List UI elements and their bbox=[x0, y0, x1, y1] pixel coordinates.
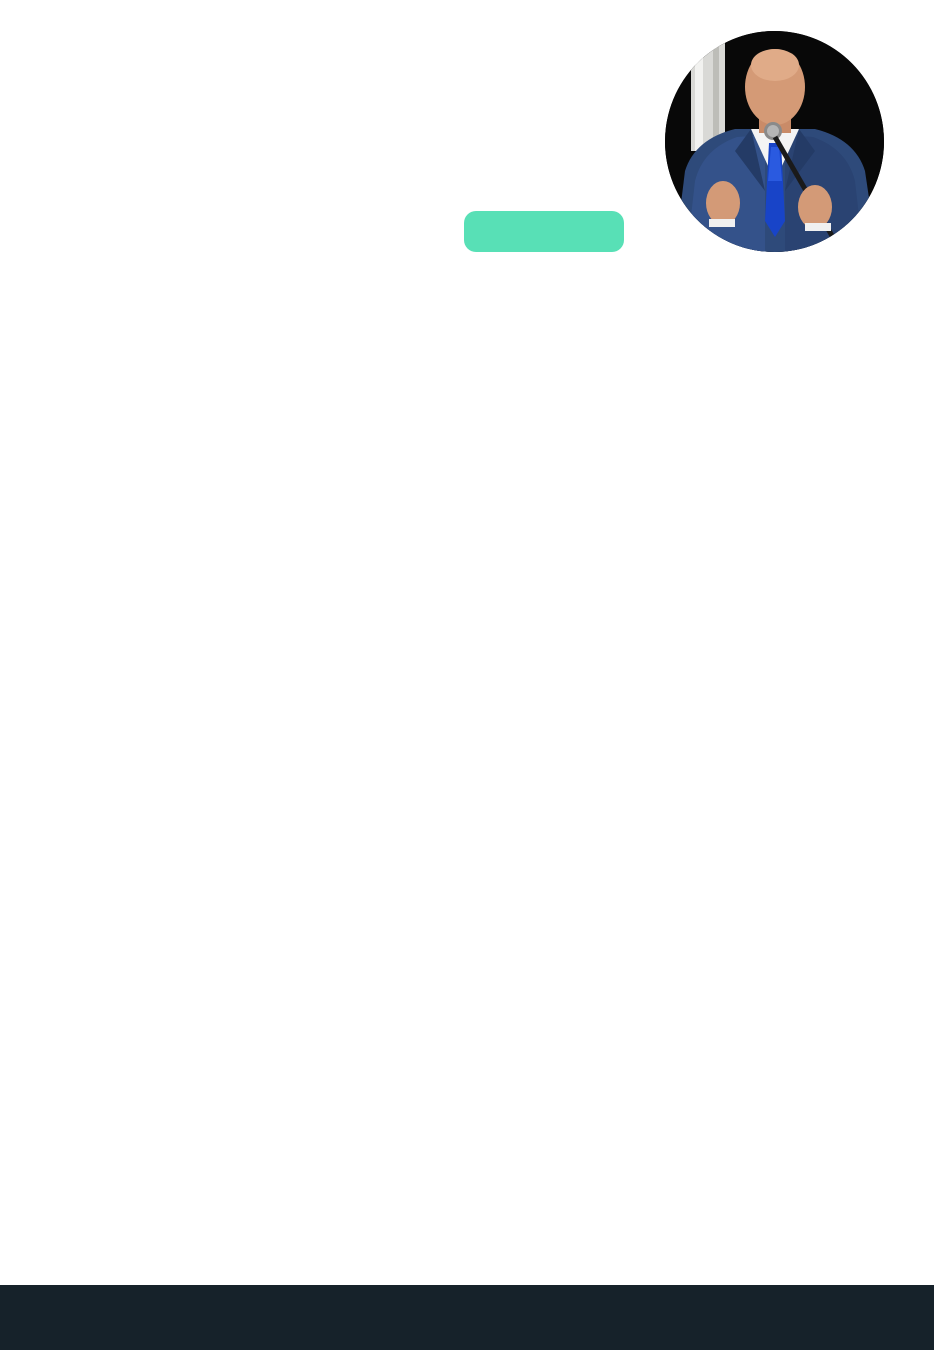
speaker-portrait-photo bbox=[665, 31, 884, 252]
cta-button[interactable] bbox=[464, 211, 624, 252]
footer bbox=[0, 1285, 934, 1350]
avatar bbox=[665, 31, 884, 252]
